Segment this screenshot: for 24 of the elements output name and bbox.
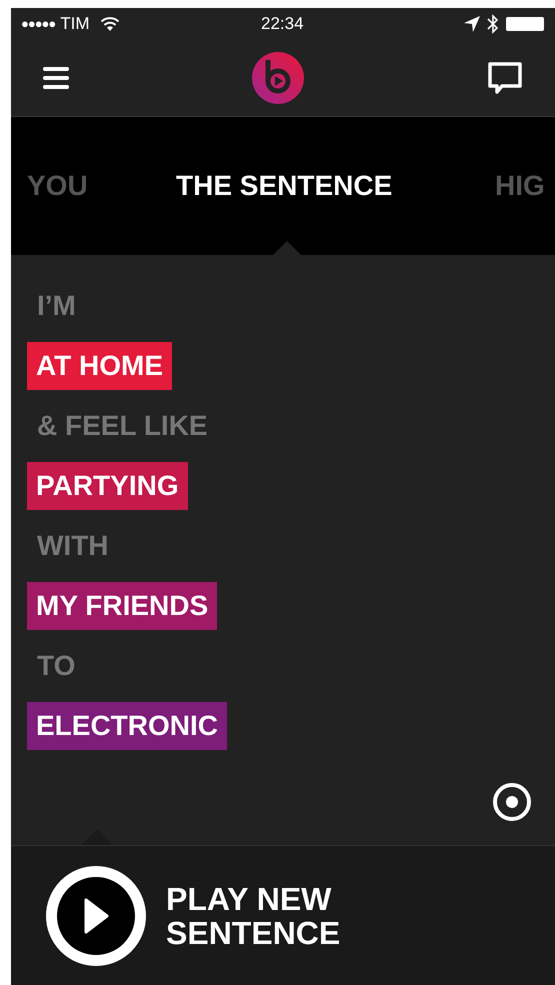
play-label: SENTENCE [166, 916, 340, 950]
pointer-notch [273, 241, 301, 255]
sentence-text: WITH [36, 529, 110, 563]
tab[interactable]: THE SENTENCE [176, 165, 392, 207]
carrier-name: TIM [60, 13, 90, 36]
logo-icon [252, 52, 304, 104]
location-arrow-icon [463, 15, 481, 33]
play-icon [83, 898, 109, 934]
bluetooth-icon [487, 14, 499, 34]
sentence-text: & FEEL LIKE [36, 409, 209, 443]
sentence-choice[interactable]: ELECTRONIC [27, 702, 227, 750]
signal-strength: ●●●●● [21, 15, 56, 34]
battery-icon [505, 16, 545, 32]
clock-time: 22:34 [261, 13, 304, 36]
play-label: PLAY NEW [166, 882, 332, 916]
sentence-text: I’M [36, 289, 77, 323]
chat-button[interactable] [487, 60, 523, 96]
sentence-choice[interactable]: MY FRIENDS [27, 582, 218, 630]
sentence-choice[interactable]: AT HOME [27, 342, 172, 390]
wifi-icon [100, 16, 120, 32]
sentence-text: TO [36, 649, 76, 683]
menu-button[interactable] [43, 67, 69, 89]
target-button[interactable] [493, 783, 531, 821]
sentence-choice[interactable]: PARTYING [27, 462, 188, 510]
